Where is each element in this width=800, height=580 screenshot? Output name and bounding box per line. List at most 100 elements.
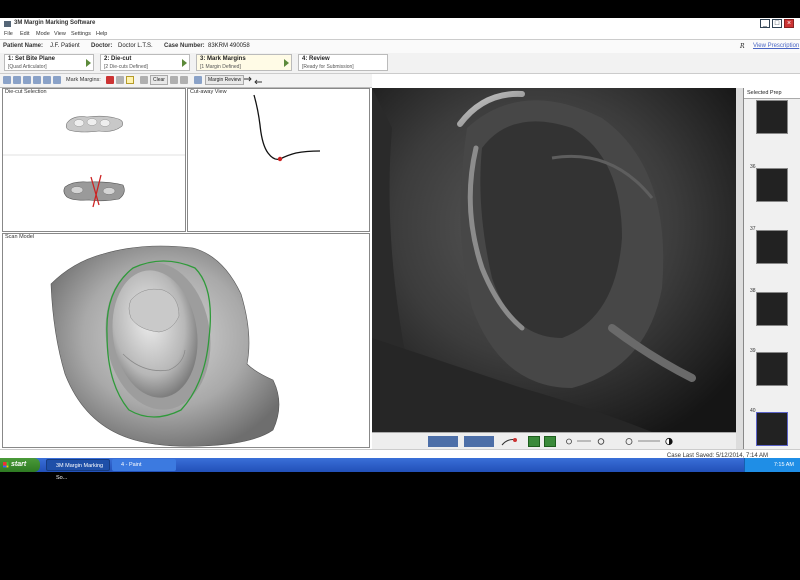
cutaway-view-panel: Cut-away View: [187, 88, 370, 232]
mark-point-icon[interactable]: [500, 436, 520, 447]
thumbnail-number: 38: [750, 288, 756, 294]
selected-prep-panel: Selected Prep 36 37 38 39 40: [743, 88, 800, 450]
thumbnail[interactable]: [756, 100, 788, 134]
die-cut-selection-panel: Die-cut Selection: [2, 88, 186, 232]
arrow-right-icon: [284, 59, 289, 67]
step-title: 1: Set Bite Plane: [8, 56, 56, 62]
start-label: start: [11, 461, 27, 468]
thumbnail-number: 39: [750, 348, 756, 354]
minimize-button[interactable]: _: [760, 19, 770, 28]
magnified-image-view[interactable]: [372, 88, 736, 432]
step-mark-margins[interactable]: 3: Mark Margins [1 Margin Defined]: [196, 54, 292, 71]
contrast-high-icon[interactable]: [664, 436, 674, 447]
close-button[interactable]: ×: [784, 19, 794, 28]
task-label: 3M Margin Marking So...: [56, 463, 104, 481]
app-icon: [4, 21, 11, 27]
arrow-right-icon: [182, 59, 187, 67]
redo-icon[interactable]: [180, 76, 188, 84]
step-title: 3: Mark Margins: [200, 56, 246, 62]
patient-name: J.F. Patient: [50, 43, 80, 49]
brightness-slider[interactable]: [577, 440, 591, 442]
hand-icon[interactable]: [3, 76, 11, 84]
contrast-slider[interactable]: [638, 440, 660, 442]
selected-prep-header[interactable]: Selected Prep: [744, 88, 800, 99]
auto-margin-icon[interactable]: [126, 76, 134, 84]
step-status: [Ready for Submission]: [302, 64, 354, 70]
image-mode-two-icon[interactable]: [544, 436, 556, 447]
brightness-high-icon[interactable]: [596, 436, 606, 447]
brightness-icon[interactable]: [564, 436, 574, 447]
menu-settings[interactable]: Settings: [71, 31, 91, 37]
app-window: 3M Margin Marking Software _ □ × File Ed…: [0, 18, 800, 462]
step-status: [1 Margin Defined]: [200, 64, 241, 70]
clear-button[interactable]: Clear: [150, 75, 168, 85]
zoom-out-icon[interactable]: [33, 76, 41, 84]
margin-review-button[interactable]: Margin Review: [205, 75, 245, 85]
reset-view-icon[interactable]: [53, 76, 61, 84]
image-view-toolbar: [372, 432, 743, 450]
pencil-icon[interactable]: [106, 76, 114, 84]
step-title: 2: Die-cut: [104, 56, 132, 62]
magnified-tooth-image: [372, 88, 736, 432]
thumbnail-selected[interactable]: [756, 412, 788, 446]
zoom-in-icon[interactable]: [23, 76, 31, 84]
system-tray: 7:15 AM: [744, 458, 800, 472]
view-prescription-link[interactable]: View Prescription: [753, 43, 799, 49]
thumbnail[interactable]: [756, 230, 788, 264]
view-toggle-icon[interactable]: [194, 76, 202, 84]
menu-mode[interactable]: Mode: [36, 31, 50, 37]
thumbnail-number: 36: [750, 164, 756, 170]
windows-logo-icon: [3, 462, 7, 466]
thumbnail-number: 37: [750, 226, 756, 232]
menu-bar: File Edit Mode View Settings Help: [0, 30, 800, 39]
taskbar: start 3M Margin Marking So... 4 - Paint …: [0, 458, 800, 481]
cutaway-profile[interactable]: [188, 89, 370, 232]
clock: 7:15 AM: [773, 462, 794, 468]
patient-info-bar: Patient Name: J.F. Patient Doctor: Docto…: [0, 39, 800, 54]
thumbnail[interactable]: [756, 168, 788, 202]
thumbnail[interactable]: [756, 292, 788, 326]
menu-edit[interactable]: Edit: [20, 31, 29, 37]
rotate-icon[interactable]: [13, 76, 21, 84]
step-status: [2 Die-cuts Defined]: [104, 64, 148, 70]
mark-margins-label: Mark Margins:: [66, 77, 101, 83]
undo-icon[interactable]: [170, 76, 178, 84]
start-button[interactable]: start: [0, 458, 40, 472]
image-mode-one-icon[interactable]: [528, 436, 540, 447]
doctor-name: Doctor L.T.S.: [118, 43, 153, 49]
swap-arrows-icon[interactable]: [243, 76, 262, 85]
arrow-right-icon: [86, 59, 91, 67]
menu-view[interactable]: View: [54, 31, 66, 37]
task-paint[interactable]: 4 - Paint: [112, 459, 176, 471]
menu-help[interactable]: Help: [96, 31, 107, 37]
image-scrollbar[interactable]: [736, 88, 743, 450]
next-frame-icon[interactable]: [464, 436, 494, 447]
patient-label: Patient Name:: [3, 43, 44, 49]
step-title: 4: Review: [302, 56, 330, 62]
brush-icon[interactable]: [116, 76, 124, 84]
workflow-steps: 1: Set Bite Plane [Quad Articulator] 2: …: [0, 53, 800, 74]
maximize-button[interactable]: □: [772, 19, 782, 28]
eraser-icon[interactable]: [140, 76, 148, 84]
die-cut-models[interactable]: [3, 89, 186, 232]
task-label: 4 - Paint: [121, 462, 142, 468]
window-title: 3M Margin Marking Software: [14, 20, 96, 26]
fit-icon[interactable]: [43, 76, 51, 84]
scan-model-panel: Scan Model: [2, 233, 370, 448]
doctor-label: Doctor:: [91, 43, 113, 49]
scan-model-3d[interactable]: [3, 234, 370, 448]
thumbnail[interactable]: [756, 352, 788, 386]
case-number: 83KRM 490058: [208, 43, 250, 49]
previous-frame-icon[interactable]: [428, 436, 458, 447]
step-status: [Quad Articulator]: [8, 64, 47, 70]
step-set-bite-plane[interactable]: 1: Set Bite Plane [Quad Articulator]: [4, 54, 94, 71]
tool-bar: Mark Margins: Clear Margin Review: [0, 74, 372, 88]
thumbnail-number: 40: [750, 408, 756, 414]
task-margin-marking[interactable]: 3M Margin Marking So...: [46, 459, 110, 481]
step-review[interactable]: 4: Review [Ready for Submission]: [298, 54, 388, 71]
selected-prep-label: Selected Prep: [747, 90, 782, 96]
case-label: Case Number:: [164, 43, 205, 49]
step-die-cut[interactable]: 2: Die-cut [2 Die-cuts Defined]: [100, 54, 190, 71]
contrast-low-icon[interactable]: [624, 436, 634, 447]
menu-file[interactable]: File: [4, 31, 13, 37]
